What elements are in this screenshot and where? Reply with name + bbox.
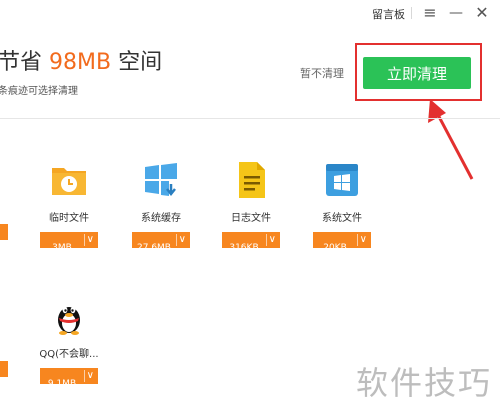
item-label: 系统文件 — [322, 213, 362, 224]
section-divider — [0, 118, 500, 119]
size-dropdown[interactable]: 20KB ∨ — [313, 232, 371, 253]
item-label: QQ(不会聊... — [39, 349, 99, 360]
chevron-down-icon: ∨ — [178, 234, 186, 245]
chevron-down-icon: ∨ — [86, 370, 94, 381]
cleanup-item-temp-files[interactable]: 临时文件 3MB ∨ — [29, 160, 109, 253]
skip-clean-link[interactable]: 暂不清理 — [300, 65, 344, 81]
savings-headline: 节省 98MB 空间 — [0, 44, 162, 76]
menu-icon[interactable]: ≡ — [420, 3, 440, 23]
chevron-down-icon: ∨ — [86, 234, 94, 245]
item-label: 系统缓存 — [141, 213, 181, 224]
size-dropdown[interactable]: 27.6MB ∨ — [132, 232, 190, 253]
chevron-down-icon: ∨ — [359, 234, 367, 245]
size-dropdown[interactable]: 9.1MB ∨ — [40, 368, 98, 389]
chevron-down-icon: ∨ — [268, 234, 276, 245]
feedback-link[interactable]: 留言板 — [372, 6, 405, 22]
log-file-icon — [239, 162, 265, 198]
cleanup-item-log-files[interactable]: 日志文件 316KB ∨ — [211, 160, 291, 253]
title-bar: 留言板 ≡ — ✕ — [0, 0, 500, 26]
highlight-box — [355, 43, 482, 101]
close-icon[interactable]: ✕ — [472, 3, 492, 23]
item-size: 316KB — [229, 243, 259, 253]
partial-size-button[interactable] — [0, 224, 8, 240]
cleanup-item-system-cache[interactable]: 系统缓存 27.6MB ∨ — [121, 160, 201, 253]
watermark: 软件技巧 — [352, 342, 500, 414]
savings-subtext: 条痕迹可选择清理 — [0, 86, 78, 97]
cleanup-item-qq[interactable]: QQ(不会聊... 9.1MB ∨ — [29, 296, 109, 389]
title-divider — [411, 7, 412, 19]
windows-file-icon — [326, 164, 358, 196]
item-size: 3MB — [52, 243, 72, 253]
clock-folder-icon — [52, 168, 86, 195]
item-label: 日志文件 — [231, 213, 271, 224]
headline-suffix: 空间 — [111, 50, 163, 75]
cleanup-item-system-files[interactable]: 系统文件 20KB ∨ — [302, 160, 382, 253]
annotation-arrow — [428, 99, 474, 180]
savings-amount: 98MB — [49, 50, 112, 75]
item-size: 27.6MB — [137, 243, 171, 253]
item-size: 9.1MB — [47, 379, 77, 389]
size-dropdown[interactable]: 316KB ∨ — [222, 232, 280, 253]
size-dropdown[interactable]: 3MB ∨ — [40, 232, 98, 253]
windows-cache-icon — [145, 163, 177, 197]
minimize-icon[interactable]: — — [446, 3, 466, 23]
headline-prefix: 节省 — [0, 50, 49, 75]
qq-penguin-icon — [58, 306, 80, 335]
item-label: 临时文件 — [49, 213, 89, 224]
item-size: 20KB — [323, 243, 347, 253]
partial-size-button[interactable] — [0, 361, 8, 377]
watermark-text: 软件技巧 — [356, 364, 493, 402]
